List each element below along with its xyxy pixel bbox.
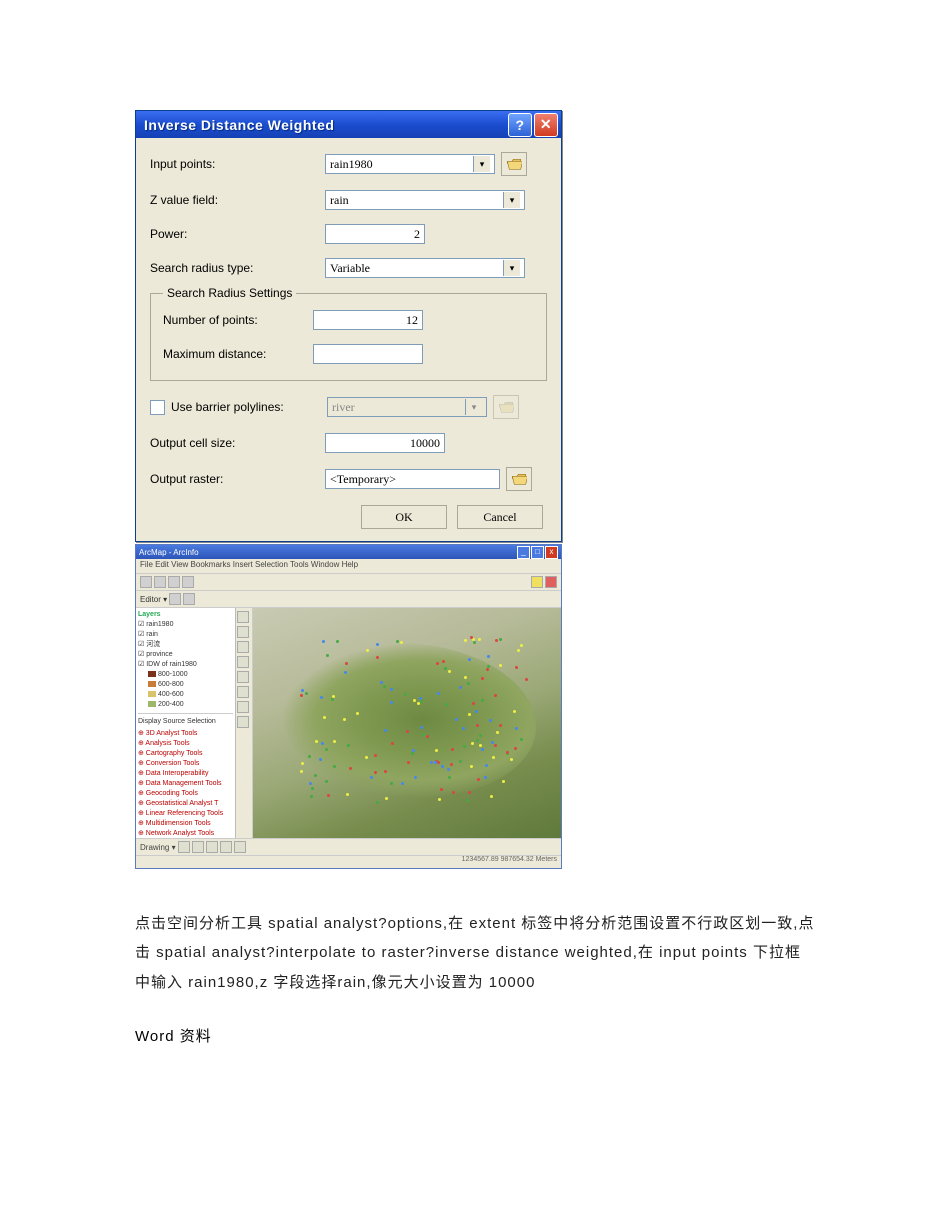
- chevron-down-icon: ▾: [465, 399, 482, 415]
- toolbox-item[interactable]: ⊕ Linear Referencing Tools: [138, 809, 233, 819]
- search-radius-type-combo[interactable]: Variable ▾: [325, 258, 525, 278]
- folder-open-icon: [506, 157, 522, 171]
- layer-item[interactable]: ☑ rain: [138, 630, 233, 640]
- tabs[interactable]: Display Source Selection: [138, 717, 233, 727]
- identify-icon[interactable]: [237, 671, 249, 683]
- cursor-icon[interactable]: [178, 841, 190, 853]
- arcmap-menubar[interactable]: File Edit View Bookmarks Insert Selectio…: [136, 559, 561, 574]
- maximum-distance-label: Maximum distance:: [163, 347, 313, 361]
- arcmap-titlebar[interactable]: ArcMap - ArcInfo _ □ x: [136, 545, 561, 559]
- select-icon[interactable]: [237, 716, 249, 728]
- full-extent-icon[interactable]: [237, 656, 249, 668]
- cancel-button[interactable]: Cancel: [457, 505, 543, 529]
- output-raster-label: Output raster:: [150, 472, 325, 486]
- folder-open-icon: [511, 472, 527, 486]
- map-points: [253, 608, 561, 838]
- chevron-down-icon[interactable]: ▾: [503, 192, 520, 208]
- find-icon[interactable]: [237, 686, 249, 698]
- toolbox-item[interactable]: ⊕ Geostatistical Analyst T: [138, 799, 233, 809]
- layer-item[interactable]: ☑ rain1980: [138, 620, 233, 630]
- ok-button[interactable]: OK: [361, 505, 447, 529]
- tools-vertical-toolbar[interactable]: [236, 608, 253, 838]
- toolbox-item[interactable]: ⊕ Network Analyst Tools: [138, 829, 233, 838]
- close-button[interactable]: x: [545, 546, 558, 559]
- power-label: Power:: [150, 227, 325, 241]
- z-value-field-combo[interactable]: rain ▾: [325, 190, 525, 210]
- power-input[interactable]: [325, 224, 425, 244]
- new-icon[interactable]: [140, 576, 152, 588]
- dialog-titlebar[interactable]: Inverse Distance Weighted ? ✕: [136, 111, 561, 138]
- number-of-points-input[interactable]: [313, 310, 423, 330]
- legend-item: 200-400: [148, 700, 233, 710]
- toolbox-item[interactable]: ⊕ 3D Analyst Tools: [138, 729, 233, 739]
- toolbox-item[interactable]: ⊕ Geocoding Tools: [138, 789, 233, 799]
- search-radius-type-label: Search radius type:: [150, 261, 325, 275]
- pan-icon[interactable]: [237, 641, 249, 653]
- arcmap-window: ArcMap - ArcInfo _ □ x File Edit View Bo…: [135, 544, 562, 869]
- minimize-button[interactable]: _: [517, 546, 530, 559]
- rect-icon[interactable]: [206, 841, 218, 853]
- document-paragraph: 点击空间分析工具 spatial analyst?options,在 exten…: [135, 909, 815, 997]
- search-radius-settings-legend: Search Radius Settings: [163, 286, 296, 300]
- toolbox-item[interactable]: ⊕ Data Interoperability: [138, 769, 233, 779]
- layer-item[interactable]: ☑ 河流: [138, 640, 233, 650]
- arcmap-toolbar-bottom[interactable]: Drawing ▾: [136, 838, 561, 855]
- layer-item[interactable]: ☑ province: [138, 650, 233, 660]
- toolbox-item[interactable]: ⊕ Conversion Tools: [138, 759, 233, 769]
- toolbox-item[interactable]: ⊕ Cartography Tools: [138, 749, 233, 759]
- cursor-icon[interactable]: [169, 593, 181, 605]
- add-data-icon[interactable]: [531, 576, 543, 588]
- maximize-button[interactable]: □: [531, 546, 544, 559]
- input-points-combo[interactable]: rain1980 ▾: [325, 154, 495, 174]
- dialog-title: Inverse Distance Weighted: [144, 117, 506, 133]
- chevron-down-icon[interactable]: ▾: [503, 260, 520, 276]
- toolbox-item[interactable]: ⊕ Data Management Tools: [138, 779, 233, 789]
- table-of-contents[interactable]: Layers ☑ rain1980☑ rain☑ 河流☑ province☑ I…: [136, 608, 236, 838]
- save-icon[interactable]: [168, 576, 180, 588]
- pencil-icon[interactable]: [545, 576, 557, 588]
- output-cell-size-label: Output cell size:: [150, 436, 325, 450]
- barrier-combo: river ▾: [327, 397, 487, 417]
- layer-item[interactable]: ☑ IDW of rain1980: [138, 660, 233, 670]
- search-radius-settings-group: Search Radius Settings Number of points:…: [150, 286, 547, 381]
- layers-root[interactable]: Layers: [138, 610, 233, 620]
- output-raster-browse-button[interactable]: [506, 467, 532, 491]
- number-of-points-label: Number of points:: [163, 313, 313, 327]
- use-barrier-label: Use barrier polylines:: [171, 400, 327, 414]
- text-icon[interactable]: [220, 841, 232, 853]
- legend-item: 800-1000: [148, 670, 233, 680]
- zoom-in-icon[interactable]: [237, 611, 249, 623]
- close-button[interactable]: ✕: [534, 113, 558, 137]
- map-view[interactable]: [253, 608, 561, 838]
- arcmap-title: ArcMap - ArcInfo: [139, 548, 199, 557]
- use-barrier-checkbox[interactable]: [150, 400, 165, 415]
- output-raster-input[interactable]: [325, 469, 500, 489]
- toolbox-item[interactable]: ⊕ Analysis Tools: [138, 739, 233, 749]
- toolbox-item[interactable]: ⊕ Multidimension Tools: [138, 819, 233, 829]
- sketch-icon[interactable]: [183, 593, 195, 605]
- barrier-browse-button: [493, 395, 519, 419]
- chevron-down-icon[interactable]: ▾: [473, 156, 490, 172]
- help-button[interactable]: ?: [508, 113, 532, 137]
- legend-item: 400-600: [148, 690, 233, 700]
- output-cell-size-input[interactable]: [325, 433, 445, 453]
- arcmap-statusbar: 1234567.89 987654.32 Meters: [136, 855, 561, 868]
- arcmap-toolbar-1[interactable]: [136, 574, 561, 591]
- input-points-browse-button[interactable]: [501, 152, 527, 176]
- z-value-field-label: Z value field:: [150, 193, 325, 207]
- zoom-out-icon[interactable]: [237, 626, 249, 638]
- maximum-distance-input[interactable]: [313, 344, 423, 364]
- input-points-label: Input points:: [150, 157, 325, 171]
- measure-icon[interactable]: [237, 701, 249, 713]
- document-footer: Word 资料: [135, 1025, 815, 1046]
- rotate-icon[interactable]: [192, 841, 204, 853]
- open-icon[interactable]: [154, 576, 166, 588]
- idw-dialog: Inverse Distance Weighted ? ✕ Input poin…: [135, 110, 562, 542]
- arcmap-toolbar-2[interactable]: Editor ▾: [136, 591, 561, 608]
- print-icon[interactable]: [182, 576, 194, 588]
- folder-open-icon: [498, 400, 514, 414]
- legend-item: 600-800: [148, 680, 233, 690]
- font-icon[interactable]: [234, 841, 246, 853]
